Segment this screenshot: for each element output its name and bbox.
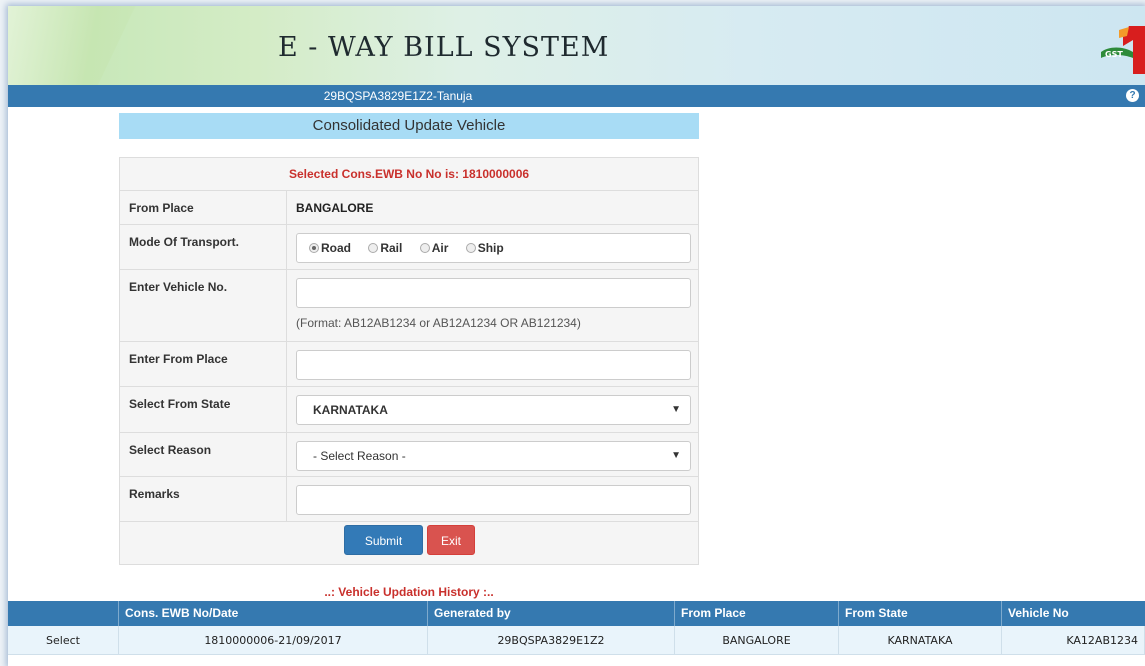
help-icon[interactable]: ? bbox=[1126, 89, 1139, 102]
table-header: Cons. EWB No/Date Generated by From Plac… bbox=[8, 601, 1145, 626]
column-header: From State bbox=[839, 601, 1002, 626]
header-decoration bbox=[8, 6, 136, 85]
app-title: E - WAY BILL SYSTEM bbox=[278, 32, 610, 63]
vehicle-number-input[interactable] bbox=[296, 278, 691, 308]
state-row: Select From State KARNATAKA ▼ bbox=[120, 387, 698, 433]
vehicle-label: Enter Vehicle No. bbox=[120, 270, 287, 341]
form-actions: Submit Exit bbox=[120, 515, 698, 564]
from-place-label: From Place bbox=[120, 191, 287, 224]
table-cell: BANGALORE bbox=[675, 626, 839, 654]
mode-radio-group: Road Rail Air Ship bbox=[296, 233, 691, 263]
table-cell: KARNATAKA bbox=[839, 626, 1002, 654]
mode-ship-radio[interactable]: Ship bbox=[465, 234, 504, 262]
gst-logo-icon: GST bbox=[1101, 26, 1145, 74]
radio-icon bbox=[368, 243, 379, 253]
column-header: Vehicle No bbox=[1008, 606, 1069, 620]
from-place-value: BANGALORE bbox=[296, 201, 374, 215]
page: E - WAY BILL SYSTEM GST 29BQSPA3829E1Z2-… bbox=[8, 6, 1145, 666]
column-header: Cons. EWB No/Date bbox=[119, 601, 428, 626]
column-header bbox=[8, 601, 119, 626]
reason-row: Select Reason - Select Reason - ▼ bbox=[120, 433, 698, 477]
from-place-row: From Place BANGALORE bbox=[120, 191, 698, 225]
reason-label: Select Reason bbox=[120, 433, 287, 476]
dropdown-caret-icon: ▼ bbox=[671, 450, 681, 461]
history-title: ..: Vehicle Updation History :.. bbox=[324, 585, 494, 599]
enter-from-place-row: Enter From Place bbox=[120, 342, 698, 387]
vehicle-row: Enter Vehicle No. (Format: AB12AB1234 or… bbox=[120, 270, 698, 342]
radio-icon bbox=[309, 243, 319, 253]
radio-icon bbox=[419, 243, 430, 253]
history-table: Cons. EWB No/Date Generated by From Plac… bbox=[8, 601, 1145, 655]
mode-air-radio[interactable]: Air bbox=[419, 234, 448, 262]
dropdown-caret-icon: ▼ bbox=[671, 404, 681, 415]
vehicle-format-hint: (Format: AB12AB1234 or AB12A1234 OR AB12… bbox=[296, 316, 581, 330]
column-header: Generated by bbox=[428, 601, 675, 626]
mode-row: Mode Of Transport. Road Rail Air Ship bbox=[120, 225, 698, 270]
mode-road-radio[interactable]: Road bbox=[309, 234, 351, 262]
state-label: Select From State bbox=[120, 387, 287, 432]
svg-text:GST: GST bbox=[1105, 50, 1123, 59]
radio-icon bbox=[465, 243, 476, 253]
table-row: Select 1810000006-21/09/2017 29BQSPA3829… bbox=[8, 626, 1145, 655]
reason-select[interactable]: - Select Reason - ▼ bbox=[296, 441, 691, 471]
remarks-input[interactable] bbox=[296, 485, 691, 515]
select-link[interactable]: Select bbox=[8, 626, 119, 654]
mode-rail-radio[interactable]: Rail bbox=[368, 234, 402, 262]
column-header: From Place bbox=[675, 601, 839, 626]
selected-ewb-caption: Selected Cons.EWB No No is: 1810000006 bbox=[120, 158, 698, 191]
form-title: Consolidated Update Vehicle bbox=[119, 113, 699, 139]
user-id-label: 29BQSPA3829E1Z2-Tanuja bbox=[323, 89, 473, 103]
update-vehicle-form: Selected Cons.EWB No No is: 1810000006 F… bbox=[119, 157, 699, 565]
from-state-select[interactable]: KARNATAKA ▼ bbox=[296, 395, 691, 425]
mode-label: Mode Of Transport. bbox=[120, 225, 287, 269]
enter-from-place-label: Enter From Place bbox=[120, 342, 287, 386]
app-header: E - WAY BILL SYSTEM GST bbox=[8, 6, 1145, 85]
from-place-input[interactable] bbox=[296, 350, 691, 380]
table-cell: 29BQSPA3829E1Z2 bbox=[428, 626, 675, 654]
exit-button[interactable]: Exit bbox=[427, 525, 475, 555]
user-bar: 29BQSPA3829E1Z2-Tanuja ? bbox=[8, 85, 1145, 107]
table-cell: 1810000006-21/09/2017 bbox=[119, 626, 428, 654]
submit-button[interactable]: Submit bbox=[344, 525, 423, 555]
table-cell: KA12AB1234 bbox=[1002, 626, 1145, 654]
